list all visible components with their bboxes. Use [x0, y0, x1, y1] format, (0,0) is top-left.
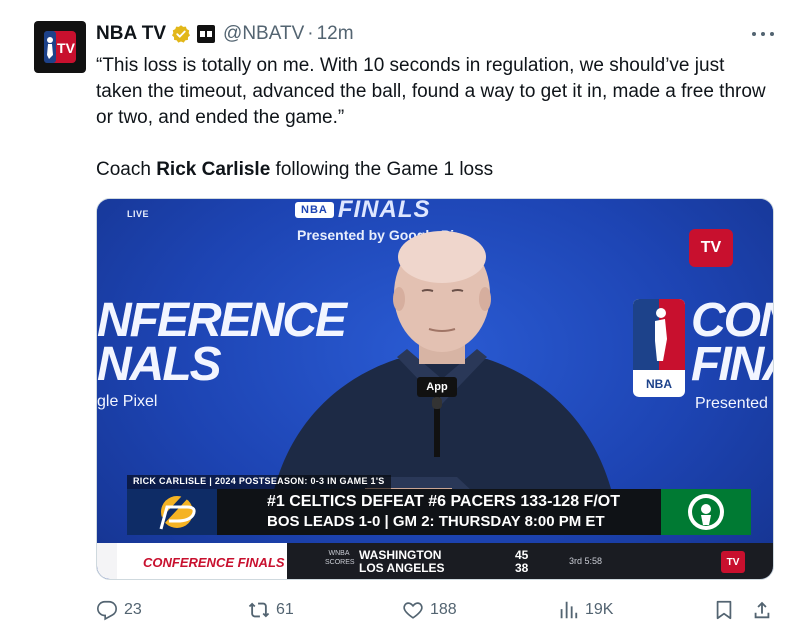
ticker-tv-logo-icon: TV	[721, 551, 745, 573]
bookmark-button[interactable]	[713, 597, 735, 623]
ticker-teams: WASHINGTON LOS ANGELES	[359, 549, 445, 575]
share-icon	[754, 601, 770, 619]
verified-badge-icon[interactable]	[171, 24, 191, 44]
conf-right-sponsor: Presented by Google P	[695, 395, 773, 412]
finals-banner: NBA FINALS	[295, 198, 455, 223]
author-handle[interactable]: @NBATV	[223, 23, 304, 45]
tweet-header: NBA TV @NBATV · 12m	[96, 22, 354, 46]
repost-icon	[248, 602, 270, 618]
nba-logo-text: NBA	[646, 377, 672, 391]
ticker-scores: 45 38	[515, 549, 528, 575]
tweet-caption: Coach Rick Carlisle following the Game 1…	[96, 159, 494, 180]
finals-word: FINALS	[337, 198, 431, 223]
live-label: LIVE	[127, 209, 150, 219]
repost-button[interactable]: 61	[248, 597, 294, 623]
reply-count: 23	[124, 601, 142, 618]
like-button[interactable]: 188	[402, 597, 457, 623]
ticker-clock: 3rd 5:58	[569, 556, 603, 566]
ticker-label: WNBA SCORES	[325, 550, 355, 566]
views-count: 19K	[585, 601, 614, 618]
lower-caption: RICK CARLISLE | 2024 POSTSEASON: 0-3 IN …	[127, 475, 391, 489]
views-button[interactable]: 19K	[557, 597, 613, 623]
conf-right-line-2: FINAL	[691, 338, 773, 391]
conference-finals-right: CONF FINAL Presented by Google P	[691, 294, 773, 413]
celtics-logo-icon	[661, 489, 751, 535]
ticker-brand: CONFERENCE FINALS	[117, 543, 287, 579]
pacers-logo-icon	[127, 489, 217, 535]
action-bar: 23 61 188 19K	[96, 597, 776, 623]
separator-dot: ·	[307, 23, 314, 44]
nbatv-avatar-icon[interactable]: TV	[34, 21, 86, 73]
tweet-quote: “This loss is totally on me. With 10 sec…	[96, 55, 766, 128]
like-count: 188	[430, 601, 457, 618]
nba-logo-icon: NBA	[633, 299, 685, 397]
tweet-card[interactable]: TV NBA TV @NBATV · 12m “This loss is tot…	[0, 0, 797, 642]
lower-third: RICK CARLISLE | 2024 POSTSEASON: 0-3 IN …	[127, 475, 751, 535]
series-line: BOS LEADS 1-0 | GM 2: THURSDAY 8:00 PM E…	[267, 513, 605, 530]
bookmark-icon	[716, 600, 732, 620]
like-icon	[403, 602, 423, 619]
finals-pill: NBA	[295, 202, 334, 218]
conf-right-line-1: CONF	[691, 294, 773, 347]
share-button[interactable]	[751, 597, 773, 623]
video-thumbnail[interactable]: LIVE NBA FINALS Presented by Google Pi N…	[96, 198, 774, 580]
views-icon	[560, 601, 578, 619]
repost-count: 61	[276, 601, 294, 618]
score-ticker: CONFERENCE FINALS WNBA SCORES WASHINGTON…	[97, 543, 773, 579]
author-name[interactable]: NBA TV	[96, 23, 166, 45]
nbatv-logo-icon: TV	[44, 31, 76, 63]
more-icon[interactable]	[752, 24, 774, 44]
nbatv-logo-icon: TV	[689, 229, 733, 267]
affiliate-badge-icon[interactable]	[197, 25, 216, 43]
score-line: #1 CELTICS DEFEAT #6 PACERS 133-128 F/OT	[267, 493, 620, 510]
ticker-team-2: LOS ANGELES	[359, 561, 445, 575]
reply-button[interactable]: 23	[96, 597, 142, 623]
ticker-score-2: 38	[515, 561, 529, 575]
tweet-text: “This loss is totally on me. With 10 sec…	[96, 53, 776, 183]
reply-icon	[97, 600, 117, 621]
ticker-brand-text: CONFERENCE FINALS	[143, 554, 285, 570]
app-mic-flag: App	[417, 377, 457, 397]
score-bar: #1 CELTICS DEFEAT #6 PACERS 133-128 F/OT…	[127, 489, 751, 535]
svg-text:TV: TV	[57, 40, 76, 56]
timestamp[interactable]: 12m	[317, 23, 354, 45]
caption-bold-name: Rick Carlisle	[156, 159, 271, 180]
